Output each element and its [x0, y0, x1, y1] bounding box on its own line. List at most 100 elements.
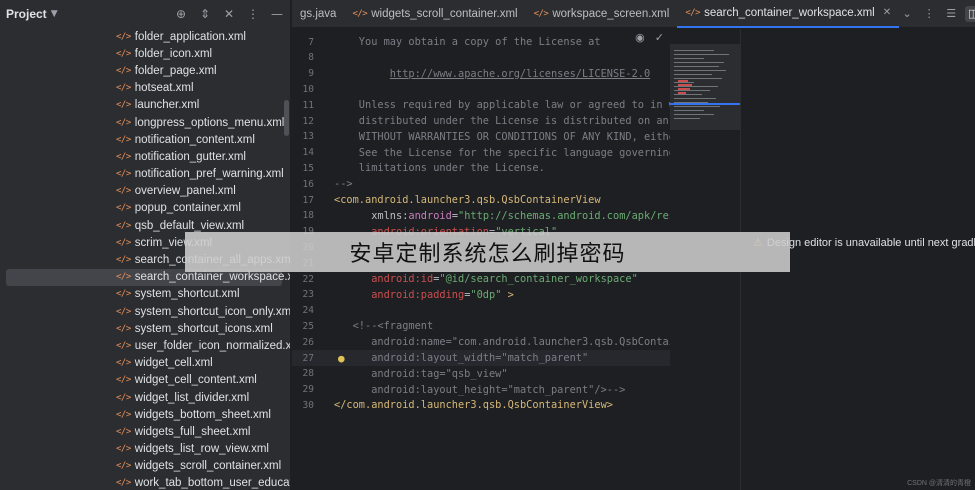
code-line[interactable]: 17 <com.android.launcher3.qsb.QsbContaine… — [292, 192, 670, 208]
file-tree-item-label: overview_panel.xml — [134, 185, 236, 198]
code-view-icon[interactable]: ☰ — [943, 6, 959, 22]
code-line[interactable]: 10 — [292, 81, 670, 97]
file-tree-item[interactable]: </> widgets_full_sheet.xml — [0, 423, 290, 440]
code-line[interactable]: 28 android:tag="qsb_view" — [292, 366, 670, 382]
file-tree-item[interactable]: </> notification_pref_warning.xml — [0, 166, 290, 183]
code-token: android:layout_width="match_parent" — [334, 352, 589, 364]
options-menu-icon[interactable]: ⋮ — [921, 6, 937, 22]
chevron-down-icon[interactable]: ▼ — [51, 9, 58, 19]
file-tree-item[interactable]: </> widgets_bottom_sheet.xml — [0, 406, 290, 423]
code-line[interactable]: 30 </com.android.launcher3.qsb.QsbContain… — [292, 397, 670, 413]
watermark-credit: CSDN @清清的青橙 — [907, 480, 971, 487]
expand-all-icon[interactable]: ⇕ — [198, 7, 212, 21]
file-tree-item[interactable]: </> folder_page.xml — [0, 62, 290, 79]
file-tree-item[interactable]: </> overview_panel.xml — [0, 183, 290, 200]
file-tree-scrollbar[interactable] — [284, 100, 289, 136]
file-tree-item[interactable]: </> widget_cell.xml — [0, 355, 290, 372]
line-number: 28 — [302, 368, 314, 380]
file-tree-item[interactable]: </> user_folder_icon_normalized.xml — [0, 337, 290, 354]
code-token: > — [501, 288, 514, 301]
code-line[interactable]: 26 android:name="com.android.launcher3.q… — [292, 334, 670, 350]
xml-file-icon: </> — [116, 340, 131, 351]
file-tree-item[interactable]: </> longpress_options_menu.xml — [0, 114, 290, 131]
split-view-icon[interactable]: ◫ — [965, 5, 975, 22]
code-line[interactable]: 8 — [292, 50, 670, 66]
file-tree-item-label: folder_page.xml — [134, 64, 217, 77]
file-tree-item[interactable]: </> widgets_list_row_view.xml — [0, 441, 290, 458]
file-tree-item[interactable]: </> folder_icon.xml — [0, 45, 290, 62]
file-tree-item-label: widgets_list_row_view.xml — [134, 443, 269, 456]
project-header: Project ▼ ⊕ ⇕ ✕ ⋮ — — [0, 0, 290, 28]
file-tree-item[interactable]: </> popup_container.xml — [0, 200, 290, 217]
code-line[interactable]: 23 android:padding="0dp" > — [292, 287, 670, 303]
code-line[interactable]: 14 See the License for the specific lang… — [292, 145, 670, 161]
file-tree-item-label: folder_icon.xml — [134, 47, 213, 60]
project-view-selector[interactable]: Project — [6, 7, 47, 21]
code-token: android:padding — [334, 288, 465, 301]
code-line[interactable]: 9 http://www.apache.org/licenses/LICENSE… — [292, 66, 670, 82]
code-line[interactable]: 11 Unless required by applicable law or … — [292, 97, 670, 113]
code-line[interactable]: 24 — [292, 303, 670, 319]
line-number: 16 — [302, 178, 314, 190]
code-line[interactable]: 16 --> — [292, 176, 670, 192]
code-token: "http://schemas.android.com/apk/res/a — [458, 209, 670, 222]
editor-tab[interactable]: gs.java — [292, 0, 344, 28]
options-menu-icon[interactable]: ⋮ — [246, 7, 260, 21]
xml-file-icon: </> — [116, 478, 131, 489]
code-line[interactable]: 25 <!--<fragment — [292, 318, 670, 334]
xml-file-icon: </> — [116, 461, 131, 472]
code-token: limitations under the License. — [334, 162, 545, 175]
code-text: android:name="com.android.launcher3.qsb.… — [334, 336, 670, 348]
file-tree-item[interactable]: </> system_shortcut.xml — [0, 286, 290, 303]
file-tree-item-label: user_folder_icon_normalized.xml — [134, 339, 291, 352]
xml-file-icon: </> — [116, 151, 131, 162]
file-tree-item[interactable]: </> widget_list_divider.xml — [0, 389, 290, 406]
file-tree-item[interactable]: </> folder_application.xml — [0, 28, 290, 45]
xml-file-icon: </> — [116, 358, 131, 369]
file-tree-item[interactable]: </> hotseat.xml — [0, 80, 290, 97]
code-text: Unless required by applicable law or agr… — [334, 99, 670, 111]
file-tree-item[interactable]: </> system_shortcut_icons.xml — [0, 320, 290, 337]
line-number: 11 — [302, 99, 314, 111]
editor-tab[interactable]: </> widgets_scroll_container.xml — [344, 0, 525, 28]
xml-file-icon: </> — [533, 8, 549, 19]
minimap-line — [674, 106, 720, 107]
file-tree-item[interactable]: </> launcher.xml — [0, 97, 290, 114]
code-line[interactable]: 13 WITHOUT WARRANTIES OR CONDITIONS OF A… — [292, 129, 670, 145]
minimap-error-marker — [678, 80, 688, 82]
editor-tab[interactable]: </> search_container_workspace.xml ✕ — [677, 0, 900, 28]
xml-file-icon: </> — [116, 255, 131, 266]
chevron-down-icon[interactable]: ⌄ — [899, 6, 915, 22]
code-text: android:id="@id/search_container_workspa… — [334, 273, 638, 285]
close-icon[interactable]: ✕ — [883, 7, 891, 18]
code-text: --> — [334, 178, 353, 190]
editor-minimap[interactable] — [670, 44, 740, 130]
file-tree-item[interactable]: </>work_tab_bottom_user_education_vi — [0, 475, 290, 490]
xml-file-icon: </> — [116, 134, 131, 145]
hide-panel-icon[interactable]: — — [270, 7, 284, 21]
code-line[interactable]: 7 You may obtain a copy of the License a… — [292, 34, 670, 50]
collapse-all-icon[interactable]: ✕ — [222, 7, 236, 21]
code-line[interactable]: 12 distributed under the License is dist… — [292, 113, 670, 129]
code-line[interactable]: 22 android:id="@id/search_container_work… — [292, 271, 670, 287]
file-tree-item[interactable]: </> notification_content.xml — [0, 131, 290, 148]
code-line[interactable]: 27 ● android:layout_width="match_parent" — [292, 350, 670, 366]
file-tree-item[interactable]: </> system_shortcut_icon_only.xml — [0, 303, 290, 320]
minimap-error-marker — [678, 92, 686, 94]
editor-tab[interactable]: </> workspace_screen.xml — [526, 0, 678, 28]
minimap-line — [674, 62, 724, 63]
code-line[interactable]: 15 limitations under the License. — [292, 160, 670, 176]
code-line[interactable]: 29 android:layout_height="match_parent"/… — [292, 382, 670, 398]
code-text: distributed under the License is distrib… — [334, 115, 670, 127]
code-line[interactable]: 18 xmlns:android="http://schemas.android… — [292, 208, 670, 224]
line-number: 26 — [302, 336, 314, 348]
file-tree-item[interactable]: </> widget_cell_content.xml — [0, 372, 290, 389]
file-tree-item[interactable]: </> widgets_scroll_container.xml — [0, 458, 290, 475]
locate-file-icon[interactable]: ⊕ — [174, 7, 188, 21]
code-text: <!--<fragment — [334, 320, 434, 332]
code-token: </com.android.launcher3.qsb.QsbContainer… — [334, 399, 613, 412]
minimap-line — [674, 98, 716, 99]
code-text: xmlns:android="http://schemas.android.co… — [334, 210, 670, 222]
file-tree-item-label: work_tab_bottom_user_education_vi — [134, 477, 290, 490]
file-tree-item[interactable]: </> notification_gutter.xml — [0, 148, 290, 165]
